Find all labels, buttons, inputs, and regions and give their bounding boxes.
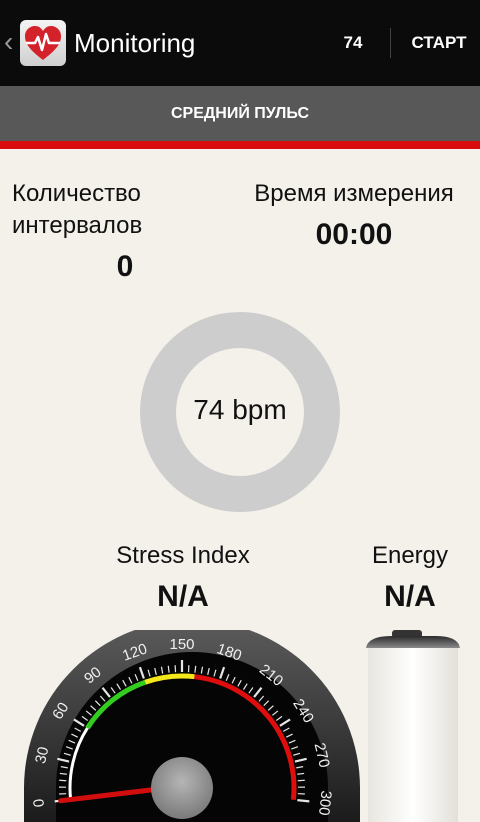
action-bar: ‹ Monitoring 74 СТАРТ (0, 0, 480, 86)
pulse-count: 74 (343, 33, 363, 52)
stress-label: Stress Index (116, 542, 250, 569)
stress-gauge: 0306090120 150 180210240270300 (24, 630, 360, 822)
action-divider (390, 28, 391, 58)
start-button[interactable]: СТАРТ (398, 32, 480, 54)
gauge-tick-label: 300 (315, 790, 335, 817)
gauge-tick (59, 772, 67, 775)
battery-body (368, 648, 458, 822)
gauge-hub (151, 757, 213, 819)
battery-cap (366, 636, 460, 648)
duration-label: Время измерения (254, 180, 454, 207)
gauge-tick (297, 799, 310, 803)
heart-pulse-icon[interactable] (20, 20, 66, 66)
pulse-value: 74 bpm (193, 394, 287, 425)
energy-battery (366, 630, 460, 822)
gauge-tick (194, 665, 197, 673)
energy-value: N/A (384, 580, 436, 613)
stress-value: N/A (157, 580, 209, 613)
app-title: Monitoring (74, 28, 196, 58)
tab-average-pulse[interactable]: СРЕДНИЙ ПУЛЬС (0, 86, 480, 141)
intervals-label-line2: интервалов (12, 212, 143, 239)
gauge-tick (297, 772, 305, 775)
tab-label: СРЕДНИЙ ПУЛЬС (170, 105, 310, 122)
intervals-label-line1: Количество (12, 180, 141, 207)
energy-label: Energy (371, 542, 449, 569)
gauge-tick-label: 0 (30, 798, 48, 808)
gauge-tick-label: 150 (169, 636, 194, 653)
chevron-left-icon[interactable]: ‹ (4, 28, 13, 56)
intervals-value: 0 (116, 250, 134, 283)
gauge-tick (167, 665, 170, 673)
tab-indicator (0, 141, 480, 149)
duration-value: 00:00 (315, 218, 393, 251)
